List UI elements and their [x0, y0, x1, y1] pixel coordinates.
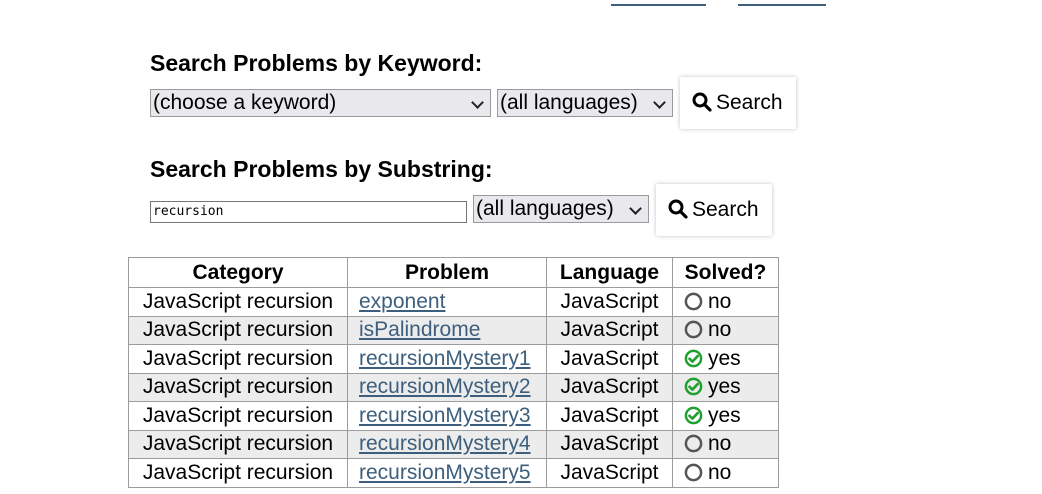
language-cell: JavaScript [546, 372, 673, 402]
problem-link[interactable]: recursionMystery5 [359, 461, 531, 484]
search-icon [692, 92, 712, 113]
column-header-language: Language [546, 257, 673, 288]
solved-cell: no [672, 315, 779, 345]
table-row: JavaScript recursion recursionMystery1 Jav… [128, 344, 779, 374]
substring-language-select-value: (all languages) [476, 197, 614, 220]
solved-cell: no [672, 429, 779, 459]
results-table: Category Problem Language Solved? JavaSc… [128, 257, 779, 488]
top-nav-link-1[interactable] [611, 0, 706, 6]
check-circle-icon [684, 377, 703, 396]
problem-cell: recursionMystery4 [347, 429, 547, 459]
category-cell: JavaScript recursion [128, 458, 348, 488]
language-cell: JavaScript [546, 344, 673, 374]
category-cell: JavaScript recursion [128, 315, 348, 345]
category-cell: JavaScript recursion [128, 287, 348, 317]
solved-status-text: no [708, 432, 732, 456]
keyword-select[interactable]: (choose a keyword) [150, 89, 491, 117]
keyword-language-select-value: (all languages) [500, 91, 638, 114]
category-cell: JavaScript recursion [128, 372, 348, 402]
solved-cell: yes [672, 401, 779, 431]
solved-status-text: yes [708, 375, 741, 399]
solved-status-text: no [708, 318, 732, 342]
empty-circle-icon [684, 292, 703, 311]
chevron-down-icon [653, 96, 666, 109]
solved-status-text: yes [708, 346, 741, 370]
category-cell: JavaScript recursion [128, 344, 348, 374]
substring-search-heading: Search Problems by Substring: [150, 156, 493, 182]
table-row: JavaScript recursion recursionMystery3 Jav… [128, 401, 779, 431]
problem-link[interactable]: recursionMystery2 [359, 375, 531, 398]
check-circle-icon [684, 406, 703, 425]
keyword-search-button[interactable]: Search [680, 77, 796, 129]
problem-cell: recursionMystery5 [347, 458, 547, 488]
keyword-search-button-label: Search [716, 91, 783, 114]
language-cell: JavaScript [546, 401, 673, 431]
problem-link[interactable]: recursionMystery1 [359, 347, 531, 370]
problem-link[interactable]: recursionMystery3 [359, 404, 531, 427]
language-cell: JavaScript [546, 315, 673, 345]
substring-search-button[interactable]: Search [656, 184, 772, 236]
search-icon [668, 199, 688, 220]
table-row: JavaScript recursion recursionMystery5 Jav… [128, 458, 779, 488]
problem-link[interactable]: exponent [359, 290, 445, 313]
language-cell: JavaScript [546, 429, 673, 459]
check-circle-icon [684, 349, 703, 368]
solved-cell: yes [672, 344, 779, 374]
empty-circle-icon [684, 463, 703, 482]
substring-language-select[interactable]: (all languages) [473, 195, 649, 223]
substring-search-button-label: Search [692, 198, 759, 221]
keyword-language-select[interactable]: (all languages) [497, 89, 673, 117]
problem-search-page: Search Problems by Keyword: (choose a ke… [0, 0, 1042, 494]
language-cell: JavaScript [546, 458, 673, 488]
table-row: JavaScript recursion isPalindrome JavaScri… [128, 315, 779, 345]
column-header-problem: Problem [347, 257, 547, 288]
top-nav-link-2[interactable] [738, 0, 826, 6]
empty-circle-icon [684, 434, 703, 453]
results-header-row: Category Problem Language Solved? [128, 257, 779, 288]
solved-cell: yes [672, 372, 779, 402]
problem-cell: recursionMystery3 [347, 401, 547, 431]
chevron-down-icon [629, 202, 642, 215]
substring-search-input[interactable]: recursion [150, 201, 467, 223]
problem-cell: recursionMystery2 [347, 372, 547, 402]
problem-cell: isPalindrome [347, 315, 547, 345]
chevron-down-icon [471, 96, 484, 109]
column-header-solved: Solved? [672, 257, 779, 288]
solved-cell: no [672, 458, 779, 488]
problem-cell: exponent [347, 287, 547, 317]
table-row: JavaScript recursion exponent JavaScript no [128, 287, 779, 317]
problem-link[interactable]: recursionMystery4 [359, 432, 531, 455]
category-cell: JavaScript recursion [128, 401, 348, 431]
category-cell: JavaScript recursion [128, 429, 348, 459]
solved-cell: no [672, 287, 779, 317]
solved-status-text: no [708, 289, 732, 313]
empty-circle-icon [684, 320, 703, 339]
keyword-select-value: (choose a keyword) [153, 91, 337, 114]
problem-cell: recursionMystery1 [347, 344, 547, 374]
table-row: JavaScript recursion recursionMystery2 Jav… [128, 372, 779, 402]
keyword-search-heading: Search Problems by Keyword: [150, 50, 483, 76]
solved-status-text: no [708, 460, 732, 484]
solved-status-text: yes [708, 403, 741, 427]
table-row: JavaScript recursion recursionMystery4 Jav… [128, 429, 779, 459]
problem-link[interactable]: isPalindrome [359, 318, 480, 341]
column-header-category: Category [128, 257, 348, 288]
language-cell: JavaScript [546, 287, 673, 317]
